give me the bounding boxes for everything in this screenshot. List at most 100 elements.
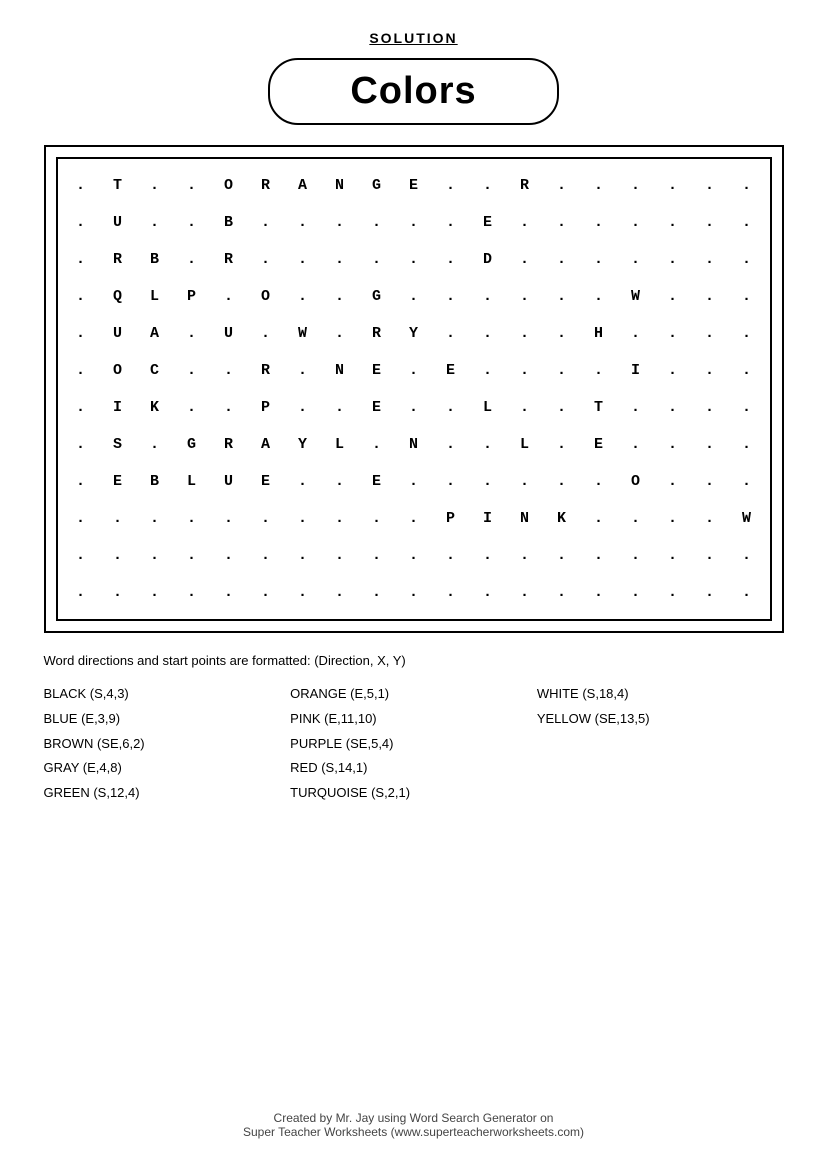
grid-row: ..........PINK....W — [62, 500, 766, 537]
grid-cell: . — [617, 167, 654, 204]
grid-cell: . — [469, 426, 506, 463]
grid-cell: . — [321, 463, 358, 500]
grid-cell: . — [432, 574, 469, 611]
grid-cell: . — [99, 500, 136, 537]
grid-cell: . — [654, 167, 691, 204]
grid-cell: . — [654, 574, 691, 611]
grid-cell: . — [321, 500, 358, 537]
grid-cell: . — [728, 389, 765, 426]
grid-cell: . — [543, 167, 580, 204]
grid-cell: . — [99, 537, 136, 574]
grid-cell: . — [284, 241, 321, 278]
footer: Created by Mr. Jay using Word Search Gen… — [243, 1071, 584, 1139]
grid-cell: . — [136, 537, 173, 574]
grid-cell: . — [654, 315, 691, 352]
grid-cell: . — [728, 537, 765, 574]
grid-cell: . — [247, 241, 284, 278]
grid-cell: . — [617, 204, 654, 241]
grid-cell: C — [136, 352, 173, 389]
grid-cell: . — [284, 389, 321, 426]
grid-cell: P — [173, 278, 210, 315]
grid-cell: . — [580, 167, 617, 204]
footer-line1: Created by Mr. Jay using Word Search Gen… — [243, 1111, 584, 1125]
grid-cell: . — [506, 537, 543, 574]
grid-cell: O — [210, 167, 247, 204]
grid-cell: . — [284, 537, 321, 574]
grid-cell: . — [617, 574, 654, 611]
grid-cell: . — [210, 574, 247, 611]
grid-cell: . — [395, 463, 432, 500]
grid-cell: U — [210, 463, 247, 500]
grid-cell: . — [136, 426, 173, 463]
grid-cell: . — [432, 426, 469, 463]
title-box: Colors — [268, 58, 558, 125]
list-item: PINK (E,11,10) — [290, 709, 537, 730]
grid-cell: . — [543, 241, 580, 278]
grid-cell: . — [469, 352, 506, 389]
grid-cell: R — [506, 167, 543, 204]
grid-cell: . — [247, 537, 284, 574]
grid-cell: E — [99, 463, 136, 500]
grid-cell: . — [210, 500, 247, 537]
grid-cell: . — [654, 352, 691, 389]
grid-row: .EBLUE..E......O... — [62, 463, 766, 500]
grid-cell: L — [506, 426, 543, 463]
grid-row: .RB.R......D....... — [62, 241, 766, 278]
grid-cell: T — [580, 389, 617, 426]
grid-cell: . — [654, 278, 691, 315]
grid-cell: . — [395, 204, 432, 241]
grid-cell: . — [284, 352, 321, 389]
grid-cell: . — [62, 574, 99, 611]
grid-cell: N — [321, 167, 358, 204]
grid-cell: . — [284, 500, 321, 537]
grid-cell: A — [136, 315, 173, 352]
grid-cell: . — [506, 204, 543, 241]
grid-cell: Y — [395, 315, 432, 352]
grid-cell: E — [358, 389, 395, 426]
list-item: PURPLE (SE,5,4) — [290, 734, 537, 755]
grid-cell: . — [543, 537, 580, 574]
grid-cell: E — [469, 204, 506, 241]
grid-cell: E — [580, 426, 617, 463]
grid-cell: . — [691, 352, 728, 389]
grid-cell: . — [728, 574, 765, 611]
grid-cell: . — [728, 278, 765, 315]
grid-cell: O — [617, 463, 654, 500]
grid-cell: . — [432, 389, 469, 426]
list-item: GRAY (E,4,8) — [44, 758, 291, 779]
grid-cell: . — [62, 278, 99, 315]
grid-cell: . — [173, 241, 210, 278]
grid-cell: . — [543, 204, 580, 241]
grid-cell: . — [654, 426, 691, 463]
grid-row: .T..ORANGE..R...... — [62, 167, 766, 204]
grid-cell: R — [247, 352, 284, 389]
grid-cell: S — [99, 426, 136, 463]
grid-cell: . — [543, 574, 580, 611]
grid-cell: Q — [99, 278, 136, 315]
grid-cell: . — [62, 204, 99, 241]
grid-cell: . — [728, 241, 765, 278]
grid-cell: . — [691, 315, 728, 352]
word-column-3: WHITE (S,18,4)YELLOW (SE,13,5) — [537, 684, 784, 804]
grid-cell: L — [469, 389, 506, 426]
grid-cell: E — [358, 352, 395, 389]
grid-cell: . — [173, 574, 210, 611]
grid-cell: . — [469, 537, 506, 574]
grid-cell: G — [358, 278, 395, 315]
grid-cell: . — [247, 500, 284, 537]
grid-cell: . — [580, 204, 617, 241]
page-title: Colors — [350, 70, 476, 112]
grid-cell: . — [62, 500, 99, 537]
grid-cell: W — [728, 500, 765, 537]
grid-cell: N — [506, 500, 543, 537]
grid-cell: . — [506, 389, 543, 426]
grid-cell: . — [617, 537, 654, 574]
grid-cell: . — [580, 500, 617, 537]
grid-cell: . — [469, 463, 506, 500]
grid-cell: R — [358, 315, 395, 352]
grid-cell: . — [728, 352, 765, 389]
grid-cell: . — [469, 278, 506, 315]
grid-cell: W — [617, 278, 654, 315]
grid-cell: . — [321, 278, 358, 315]
grid-cell: E — [247, 463, 284, 500]
